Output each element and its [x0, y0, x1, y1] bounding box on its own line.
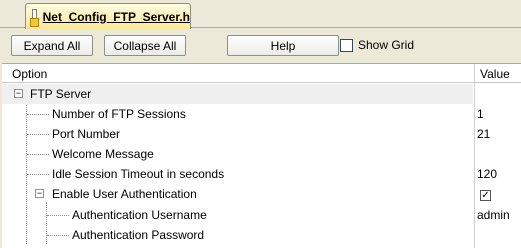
- collapse-all-button[interactable]: Collapse All: [104, 35, 186, 56]
- tab-label: Net_Config_FTP_Server.h: [42, 9, 190, 24]
- show-grid-label: Show Grid: [358, 38, 415, 52]
- collapse-icon[interactable]: −: [14, 89, 23, 98]
- row-label: Authentication Password: [72, 228, 205, 242]
- row-value[interactable]: 120: [477, 167, 497, 181]
- row-label: FTP Server: [30, 87, 92, 101]
- row-label: Port Number: [52, 127, 121, 141]
- show-grid-toggle[interactable]: Show Grid: [340, 38, 414, 52]
- config-grid: Option Value − FTP Server Number of FTP …: [2, 63, 521, 248]
- toolbar: Expand All Collapse All Help Show Grid: [0, 29, 521, 63]
- tree-row[interactable]: Port Number 21: [2, 124, 521, 144]
- help-button[interactable]: Help: [227, 35, 339, 56]
- row-value[interactable]: 21: [477, 127, 490, 141]
- row-value[interactable]: 1: [477, 107, 484, 121]
- tree-row-enable-user-authentication[interactable]: − Enable User Authentication ✓: [2, 184, 521, 204]
- tab-net-config-ftp-server[interactable]: Net_Config_FTP_Server.h: [25, 3, 191, 29]
- tree-row[interactable]: Authentication Password: [2, 225, 521, 245]
- row-label: Welcome Message: [52, 147, 154, 161]
- expand-all-button[interactable]: Expand All: [11, 35, 93, 56]
- row-label: Number of FTP Sessions: [52, 107, 186, 121]
- row-label: Enable User Authentication: [52, 187, 197, 201]
- show-grid-checkbox[interactable]: [340, 38, 353, 52]
- grid-header: Option Value: [2, 64, 521, 83]
- tree-row[interactable]: Welcome Message: [2, 144, 521, 164]
- column-header-option[interactable]: Option: [12, 67, 47, 81]
- header-file-icon: [30, 8, 39, 27]
- tab-strip: Net_Config_FTP_Server.h: [0, 0, 521, 29]
- tree-row-ftp-server[interactable]: − FTP Server: [2, 84, 473, 104]
- tree-row[interactable]: Idle Session Timeout in seconds 120: [2, 164, 521, 184]
- collapse-icon[interactable]: −: [35, 189, 44, 198]
- row-value-checkbox[interactable]: ✓: [480, 187, 491, 201]
- row-label: Idle Session Timeout in seconds: [52, 167, 225, 181]
- tree-row[interactable]: Number of FTP Sessions 1: [2, 104, 521, 124]
- column-header-value[interactable]: Value: [480, 67, 510, 81]
- tree-row[interactable]: Authentication Username admin: [2, 205, 521, 225]
- row-value[interactable]: admin: [477, 208, 510, 222]
- row-label: Authentication Username: [72, 208, 207, 222]
- check-icon[interactable]: ✓: [480, 190, 491, 201]
